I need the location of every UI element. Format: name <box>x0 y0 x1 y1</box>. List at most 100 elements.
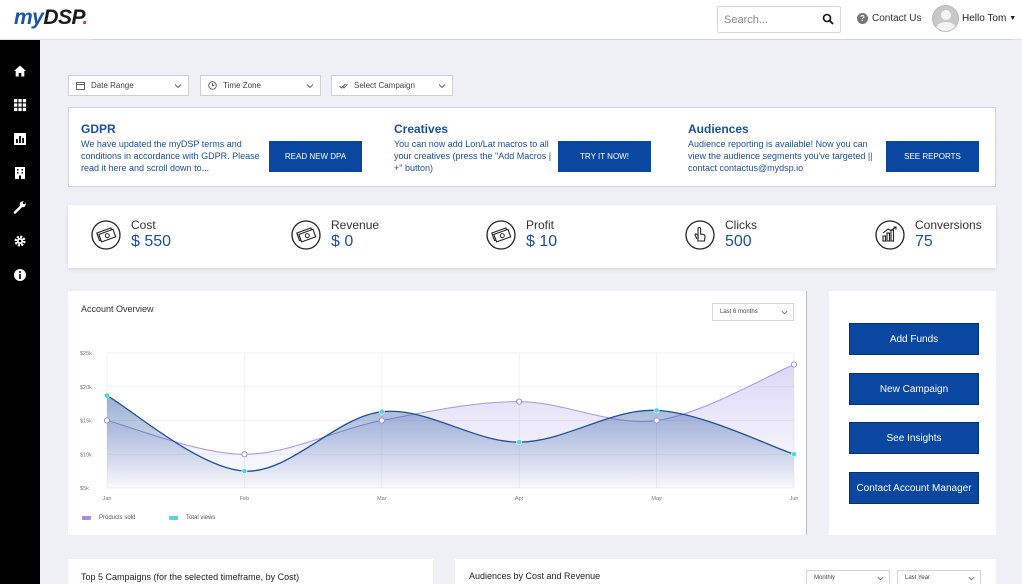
kpi-cost-label: Cost <box>131 218 156 232</box>
read-new-dpa-button[interactable]: READ NEW DPA <box>269 141 362 172</box>
x-tick-label: Feb <box>240 496 249 502</box>
actions-panel: Add Funds New Campaign See Insights Cont… <box>829 291 996 535</box>
data-point <box>516 398 523 405</box>
contact-us-link[interactable]: ? Contact Us <box>857 13 921 24</box>
try-it-now-button[interactable]: TRY IT NOW! <box>558 141 651 172</box>
legend-total-views: Total views <box>169 515 215 521</box>
new-campaign-button[interactable]: New Campaign <box>849 373 979 405</box>
data-point <box>791 451 797 458</box>
data-point <box>103 417 111 424</box>
chevron-down-icon <box>877 576 884 581</box>
announcements-panel: GDPR We have updated the myDSP terms and… <box>68 107 996 187</box>
info-icon[interactable] <box>13 268 27 282</box>
interval-label: Monthly <box>814 575 836 581</box>
time-zone-label: Time Zone <box>223 81 261 90</box>
legend-products-sold: Products sold <box>82 515 135 521</box>
data-point <box>790 361 798 368</box>
audiences-title: Audiences by Cost and Revenue <box>469 571 601 581</box>
x-tick-label: Apr <box>515 496 524 502</box>
creatives-title: Creatives <box>394 122 449 136</box>
interval-select[interactable]: Monthly <box>806 570 890 584</box>
gdpr-announcement: GDPR We have updated the myDSP terms and… <box>81 122 266 174</box>
data-point <box>653 407 660 414</box>
logo-part-dsp: DSP <box>43 6 83 29</box>
logo-part-my: my <box>14 6 44 29</box>
bar-chart-icon[interactable] <box>13 132 27 146</box>
see-reports-button[interactable]: SEE REPORTS <box>886 141 979 172</box>
header-divider <box>92 39 1012 40</box>
y-tick-label: $15k <box>80 419 92 425</box>
contact-account-manager-button[interactable]: Contact Account Manager <box>849 472 979 504</box>
top-campaigns-panel: Top 5 Campaigns (for the selected timefr… <box>68 559 433 584</box>
x-tick-label: Mar <box>377 496 387 502</box>
x-tick-label: May <box>651 496 662 502</box>
caret-down-icon: ▼ <box>1009 15 1017 22</box>
data-point <box>516 439 523 445</box>
kpi-profit-label: Profit <box>526 218 555 232</box>
creatives-announcement: Creatives You can now add Lon/Lat macros… <box>394 122 554 174</box>
wrench-icon[interactable] <box>13 200 27 214</box>
gear-icon[interactable] <box>13 234 27 248</box>
data-point <box>241 468 248 475</box>
check-icon <box>339 83 348 89</box>
kpi-cost-value: $ 550 <box>131 233 172 250</box>
time-zone-filter[interactable]: Time Zone <box>200 75 321 96</box>
audiences-text: Audience reporting is available! Now you… <box>688 139 873 173</box>
kpi-conversions-value: 75 <box>915 233 933 250</box>
date-range-filter[interactable]: Date Range <box>68 75 189 96</box>
chevron-down-icon <box>968 576 975 581</box>
money-icon <box>291 219 321 250</box>
data-point <box>653 417 660 424</box>
gdpr-title: GDPR <box>81 122 116 136</box>
campaign-filter[interactable]: Select Campaign <box>331 75 453 96</box>
money-icon <box>486 219 516 250</box>
building-icon[interactable] <box>13 166 27 180</box>
add-funds-button[interactable]: Add Funds <box>849 323 979 355</box>
legend-swatch <box>169 516 178 520</box>
account-overview-panel: Account Overview Last 6 months $5k $10k $1… <box>68 291 807 535</box>
search-box <box>717 6 841 33</box>
calendar-icon <box>76 82 85 90</box>
chevron-down-icon <box>438 84 446 89</box>
search-input[interactable] <box>718 7 818 32</box>
user-greeting: Hello Tom <box>962 13 1007 24</box>
kpi-conversions: Conversions 75 <box>875 218 982 251</box>
gdpr-text: We have updated the myDSP terms and cond… <box>81 139 260 173</box>
kpi-profit-value: $ 10 <box>526 233 558 250</box>
kpi-profit: Profit $ 10 <box>486 218 557 251</box>
y-tick-label: $5k <box>80 486 89 492</box>
date-range-label: Date Range <box>91 81 134 90</box>
kpi-revenue-label: Revenue <box>331 218 380 232</box>
kpi-conversions-label: Conversions <box>915 218 982 232</box>
kpi-clicks-label: Clicks <box>725 218 757 232</box>
x-tick-label: Jan <box>103 496 112 502</box>
y-tick-label: $20k <box>80 385 92 391</box>
y-tick-label: $10k <box>80 452 92 458</box>
account-overview-chart: $5k $10k $15k $20k $25k Jan Feb Mar Apr May Jun <box>80 351 799 502</box>
grid-icon[interactable] <box>13 98 27 112</box>
period-select[interactable]: Last Year <box>897 570 981 584</box>
data-point <box>378 417 385 424</box>
home-icon[interactable] <box>13 64 27 78</box>
clock-icon <box>208 81 217 90</box>
kpi-cost: Cost $ 550 <box>91 218 171 251</box>
audiences-panel: Audiences by Cost and Revenue Monthly La… <box>455 559 996 584</box>
see-insights-button[interactable]: See Insights <box>849 422 979 454</box>
data-point <box>104 392 110 399</box>
legend-label: Total views <box>186 515 216 521</box>
kpi-revenue-value: $ 0 <box>331 233 354 250</box>
kpi-panel: Cost $ 550 Revenue $ 0 Profit $ 10 Clicks 50… <box>68 205 996 268</box>
kpi-clicks-value: 500 <box>725 233 752 250</box>
audiences-announcement: Audiences Audience reporting is availabl… <box>688 122 880 174</box>
chevron-down-icon <box>174 84 182 89</box>
search-icon[interactable] <box>822 13 834 25</box>
logo-dot: . <box>82 6 88 29</box>
money-icon <box>91 219 121 250</box>
user-menu[interactable]: Hello Tom ▼ <box>932 5 1016 32</box>
data-point <box>241 451 248 458</box>
creatives-text: You can now add Lon/Lat macros to all yo… <box>394 139 552 173</box>
contact-us-label: Contact Us <box>872 13 922 24</box>
pointer-hand-icon <box>685 219 715 250</box>
x-tick-label: Jun <box>790 496 799 502</box>
mydsp-logo[interactable]: myDSP. <box>14 6 88 30</box>
